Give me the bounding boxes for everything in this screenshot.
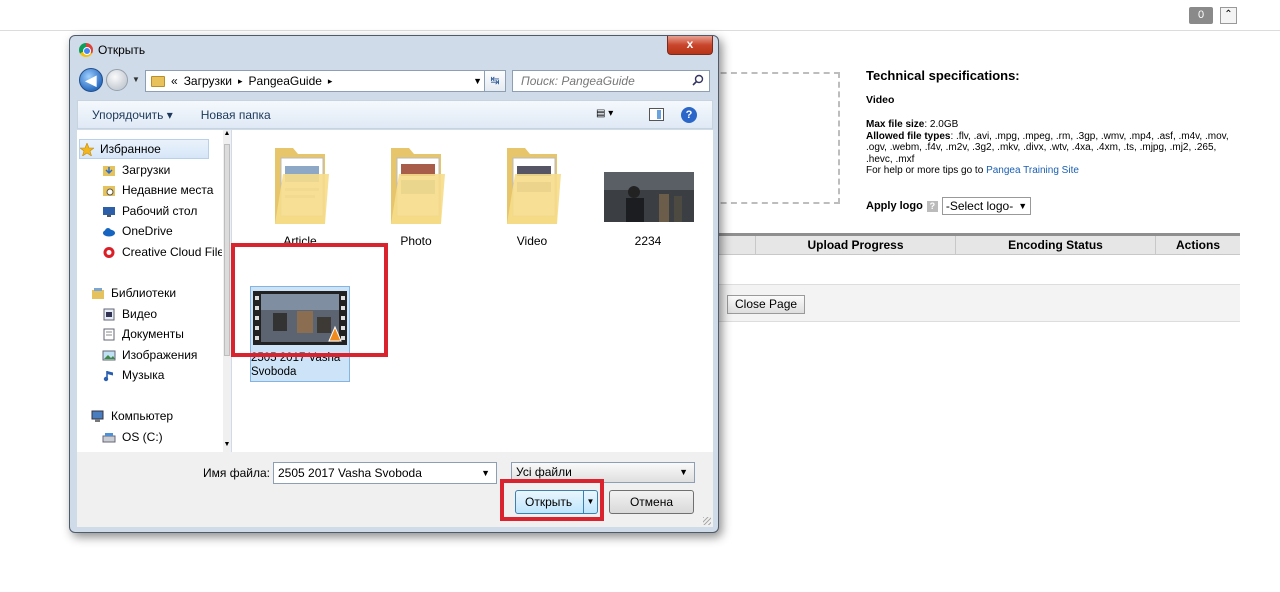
refresh-icon[interactable]: ↹ xyxy=(484,70,506,92)
cancel-button[interactable]: Отмена xyxy=(609,490,694,514)
preview-pane-icon[interactable] xyxy=(649,108,664,121)
organize-menu[interactable]: Упорядочить ▾ xyxy=(78,108,187,122)
libraries-icon xyxy=(92,287,104,299)
nav-video[interactable]: Видео xyxy=(102,304,222,324)
column-encoding-status: Encoding Status xyxy=(955,236,1155,254)
file-open-dialog: Открыть x ◀ ▼ « Загрузки ▸ PangeaGuide ▸… xyxy=(69,35,719,533)
page-topbar: 0 ⌃ xyxy=(0,0,1280,31)
recent-places-icon xyxy=(103,185,115,196)
address-bar[interactable]: « Загрузки ▸ PangeaGuide ▸ ▼ xyxy=(145,70,487,92)
upload-dropzone[interactable] xyxy=(700,72,840,204)
nav-pictures[interactable]: Изображения xyxy=(102,345,222,365)
close-page-bar: Close Page xyxy=(700,284,1240,322)
notification-badge[interactable]: 0 xyxy=(1189,7,1213,24)
view-options-icon[interactable]: ▤ ▾ xyxy=(596,108,624,119)
file-item-photo[interactable]: Photo xyxy=(362,130,470,248)
dialog-title: Открыть xyxy=(98,43,146,57)
close-icon[interactable]: x xyxy=(667,36,713,55)
dialog-toolbar: Упорядочить ▾ Новая папка ▤ ▾ ? xyxy=(77,100,713,129)
file-item-2234[interactable]: 2234 xyxy=(594,130,702,248)
scroll-up-icon[interactable]: ▲ xyxy=(223,130,231,137)
nav-recent-places[interactable]: Недавние места xyxy=(102,180,222,200)
column-actions: Actions xyxy=(1155,236,1240,254)
address-dropdown-icon[interactable]: ▼ xyxy=(473,76,482,86)
back-arrow-icon[interactable]: ◀ xyxy=(79,68,103,92)
forward-arrow-icon[interactable] xyxy=(106,69,128,91)
max-file-size: Max file size: 2.0GB xyxy=(866,119,959,130)
apply-logo-row: Apply logo ? -Select logo- ▼ xyxy=(866,197,1032,215)
filename-input[interactable]: 2505 2017 Vasha Svoboda ▼ xyxy=(273,462,497,484)
folder-icon xyxy=(151,75,165,87)
navigation-row: ◀ ▼ « Загрузки ▸ PangeaGuide ▸ ▼ ↹ Поиск… xyxy=(70,66,718,96)
nav-scrollbar-thumb[interactable] xyxy=(224,144,230,356)
chevron-down-icon: ▼ xyxy=(679,467,688,477)
dialog-titlebar[interactable]: Открыть x xyxy=(70,36,718,64)
nav-music[interactable]: Музыка xyxy=(102,365,222,385)
nav-drive-c[interactable]: OS (C:) xyxy=(102,427,222,447)
specs-video-heading: Video xyxy=(866,93,895,106)
nav-onedrive[interactable]: OneDrive xyxy=(102,221,222,241)
dialog-bottom-panel: Имя файла: 2505 2017 Vasha Svoboda ▼ Усі… xyxy=(77,452,713,527)
chevron-down-icon[interactable]: ▼ xyxy=(481,463,490,483)
apply-logo-label: Apply logo xyxy=(866,200,923,212)
breadcrumb-pangeaguide[interactable]: PangeaGuide xyxy=(249,74,322,88)
breadcrumb-separator-icon[interactable]: ▸ xyxy=(238,76,243,87)
breadcrumb-downloads[interactable]: Загрузки xyxy=(184,74,232,88)
onedrive-cloud-icon xyxy=(103,227,115,236)
collapse-up-icon[interactable]: ⌃ xyxy=(1220,7,1237,24)
star-icon xyxy=(80,142,94,156)
help-icon[interactable]: ? xyxy=(926,200,938,212)
computer-icon xyxy=(91,410,104,422)
chrome-icon xyxy=(79,43,93,57)
desktop-icon xyxy=(103,206,115,217)
scroll-down-icon[interactable]: ▼ xyxy=(223,441,231,448)
chevron-down-icon: ▼ xyxy=(1018,201,1028,211)
allowed-file-types: Allowed file types: .flv, .avi, .mpg, .m… xyxy=(866,130,1229,165)
close-page-button[interactable]: Close Page xyxy=(727,295,806,314)
nav-favorites[interactable]: Избранное xyxy=(79,139,209,159)
folder-icon xyxy=(507,148,561,224)
music-note-icon xyxy=(103,370,113,381)
resize-grip[interactable] xyxy=(703,517,711,525)
hard-drive-icon xyxy=(102,432,116,442)
search-icon xyxy=(692,74,704,86)
nav-computer[interactable]: Компьютер xyxy=(91,406,222,426)
select-logo-dropdown[interactable]: -Select logo- ▼ xyxy=(941,197,1032,215)
search-input[interactable]: Поиск: PangeaGuide xyxy=(512,70,710,92)
nav-downloads[interactable]: Загрузки xyxy=(102,160,222,180)
nav-desktop[interactable]: Рабочий стол xyxy=(102,201,222,221)
file-item-video[interactable]: Video xyxy=(478,130,586,248)
file-item-article[interactable]: Article xyxy=(246,130,354,248)
help-icon[interactable]: ? xyxy=(681,107,697,123)
image-thumbnail-icon xyxy=(604,172,694,222)
highlight-box-selected-file xyxy=(231,243,388,357)
history-dropdown-icon[interactable]: ▼ xyxy=(132,75,140,84)
folder-icon xyxy=(275,148,329,224)
upload-table-header: Upload Progress Encoding Status Actions xyxy=(700,233,1240,255)
breadcrumb-separator-icon[interactable]: ▸ xyxy=(328,76,333,87)
highlight-box-open-button xyxy=(500,479,604,521)
help-line: For help or more tips go to Pangea Train… xyxy=(866,165,1079,176)
downloads-folder-icon xyxy=(103,165,115,176)
column-upload-progress: Upload Progress xyxy=(755,236,955,254)
creative-cloud-icon xyxy=(103,246,115,258)
nav-creative-cloud[interactable]: Creative Cloud Files xyxy=(102,242,222,262)
technical-specifications: Technical specifications: Video Max file… xyxy=(866,68,1236,177)
navigation-pane: Избранное Загрузки Недавние места Рабочи… xyxy=(77,130,231,452)
new-folder-button[interactable]: Новая папка xyxy=(187,108,285,122)
address-chevrons[interactable]: « xyxy=(171,74,178,88)
documents-icon xyxy=(103,328,115,340)
pictures-icon xyxy=(102,350,116,360)
training-site-link[interactable]: Pangea Training Site xyxy=(986,165,1079,176)
filename-label: Имя файла: xyxy=(203,466,270,480)
video-library-icon xyxy=(103,308,115,320)
folder-icon xyxy=(391,148,445,224)
nav-documents[interactable]: Документы xyxy=(102,324,222,344)
nav-libraries[interactable]: Библиотеки xyxy=(91,283,222,303)
specs-heading: Technical specifications: xyxy=(866,68,1020,83)
